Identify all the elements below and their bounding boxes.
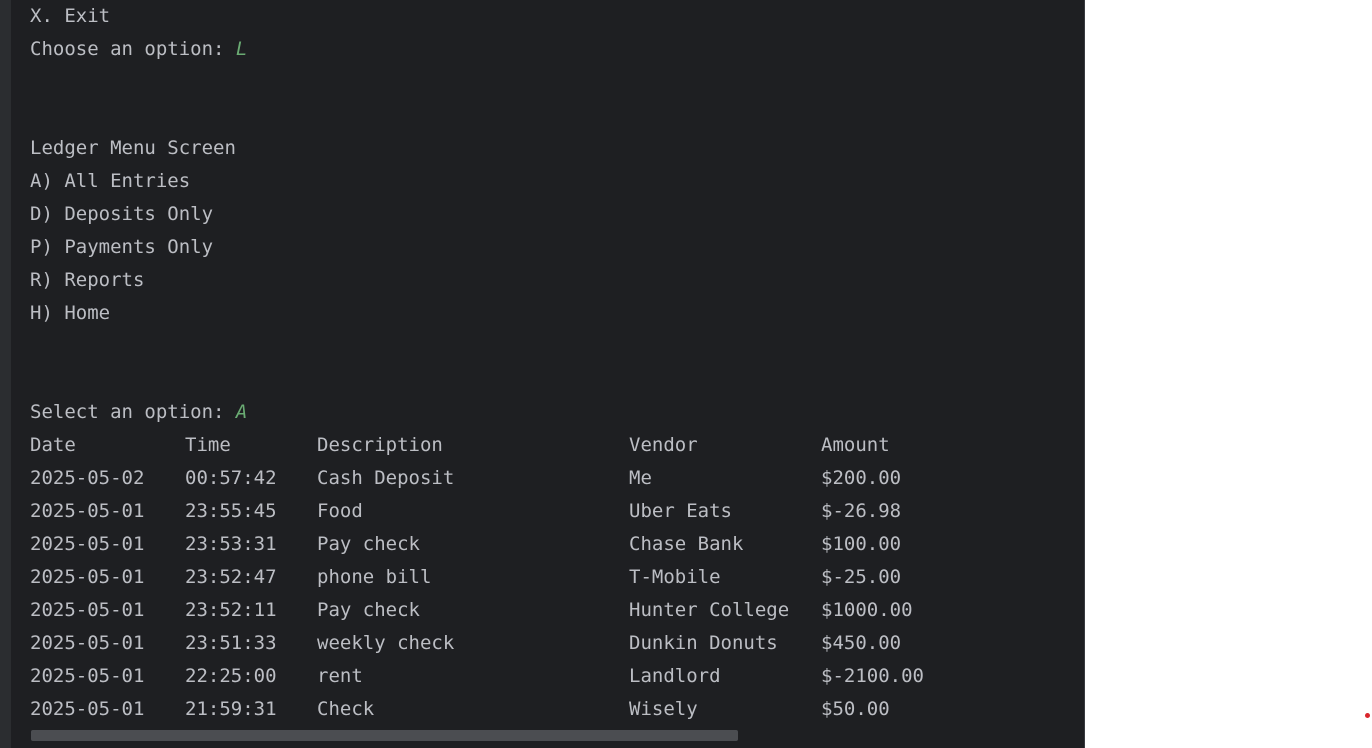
horizontal-scrollbar-thumb[interactable]: [31, 730, 738, 741]
cell-time: 23:52:11: [185, 599, 277, 621]
cell-description: Food: [317, 500, 363, 522]
cell-date: 2025-05-01: [30, 599, 145, 621]
cell-vendor: Hunter College: [629, 599, 790, 621]
cell-amount: $50.00: [821, 698, 890, 720]
table-row: 2025-05-01 21:59:31 Check Wisely $50.00: [30, 693, 1070, 726]
cell-vendor: Uber Eats: [629, 500, 732, 522]
table-row: 2025-05-01 23:52:11 Pay check Hunter Col…: [30, 594, 1070, 627]
cell-description: phone bill: [317, 566, 432, 588]
header-amount: Amount: [821, 434, 890, 456]
choose-option-line: Choose an option: L: [30, 33, 247, 66]
choose-option-prompt: Choose an option:: [30, 38, 236, 60]
cell-description: Check: [317, 698, 375, 720]
cell-description: Pay check: [317, 599, 420, 621]
select-option-input: A: [235, 401, 248, 423]
cell-date: 2025-05-01: [30, 632, 145, 654]
cell-time: 00:57:42: [185, 467, 277, 489]
cell-vendor: Wisely: [629, 698, 698, 720]
select-option-line: Select an option: A: [30, 396, 247, 429]
table-row: 2025-05-01 23:52:47 phone bill T-Mobile …: [30, 561, 1070, 594]
header-time: Time: [185, 434, 231, 456]
header-date: Date: [30, 434, 76, 456]
ledger-table-header: Date Time Description Vendor Amount: [30, 429, 1070, 462]
select-option-prompt: Select an option:: [30, 401, 236, 423]
cell-amount: $-25.00: [821, 566, 902, 588]
cell-date: 2025-05-01: [30, 500, 145, 522]
table-row: 2025-05-02 00:57:42 Cash Deposit Me $200…: [30, 462, 1070, 495]
cell-time: 23:52:47: [185, 566, 277, 588]
menu-option-all-entries: A) All Entries: [30, 170, 191, 192]
cell-date: 2025-05-02: [30, 467, 145, 489]
choose-option-input: L: [235, 38, 248, 60]
ledger-menu-title: Ledger Menu Screen: [30, 137, 236, 159]
exit-option-line: X. Exit: [30, 5, 111, 27]
cell-time: 22:25:00: [185, 665, 277, 687]
cell-vendor: Chase Bank: [629, 533, 744, 555]
cell-amount: $1000.00: [821, 599, 913, 621]
cell-vendor: Dunkin Donuts: [629, 632, 778, 654]
table-row: 2025-05-01 23:55:45 Food Uber Eats $-26.…: [30, 495, 1070, 528]
cell-vendor: T-Mobile: [629, 566, 721, 588]
cell-description: weekly check: [317, 632, 455, 654]
table-row: 2025-05-01 22:25:00 rent Landlord $-2100…: [30, 660, 1070, 693]
cell-description: Pay check: [317, 533, 420, 555]
header-description: Description: [317, 434, 443, 456]
cell-amount: $200.00: [821, 467, 902, 489]
cell-time: 23:51:33: [185, 632, 277, 654]
console-output-panel[interactable]: X. Exit Choose an option: L Ledger Menu …: [0, 0, 1084, 748]
table-row: 2025-05-01 23:51:33 weekly check Dunkin …: [30, 627, 1070, 660]
cell-date: 2025-05-01: [30, 566, 145, 588]
header-vendor: Vendor: [629, 434, 698, 456]
cell-amount: $100.00: [821, 533, 902, 555]
cell-date: 2025-05-01: [30, 665, 145, 687]
cell-amount: $-26.98: [821, 500, 902, 522]
cell-amount: $450.00: [821, 632, 902, 654]
menu-option-reports: R) Reports: [30, 269, 145, 291]
menu-option-payments: P) Payments Only: [30, 236, 214, 258]
notification-dot-icon: [1365, 713, 1370, 718]
table-row: 2025-05-01 23:53:31 Pay check Chase Bank…: [30, 528, 1070, 561]
console-gutter: [0, 0, 11, 748]
cell-description: Cash Deposit: [317, 467, 455, 489]
menu-option-home: H) Home: [30, 302, 111, 324]
cell-time: 23:53:31: [185, 533, 277, 555]
cell-date: 2025-05-01: [30, 698, 145, 720]
cell-vendor: Me: [629, 467, 652, 489]
right-side-panel: [1085, 0, 1372, 748]
cell-description: rent: [317, 665, 363, 687]
cell-amount: $-2100.00: [821, 665, 924, 687]
menu-option-deposits: D) Deposits Only: [30, 203, 214, 225]
cell-time: 21:59:31: [185, 698, 277, 720]
cell-date: 2025-05-01: [30, 533, 145, 555]
cell-vendor: Landlord: [629, 665, 721, 687]
cell-time: 23:55:45: [185, 500, 277, 522]
